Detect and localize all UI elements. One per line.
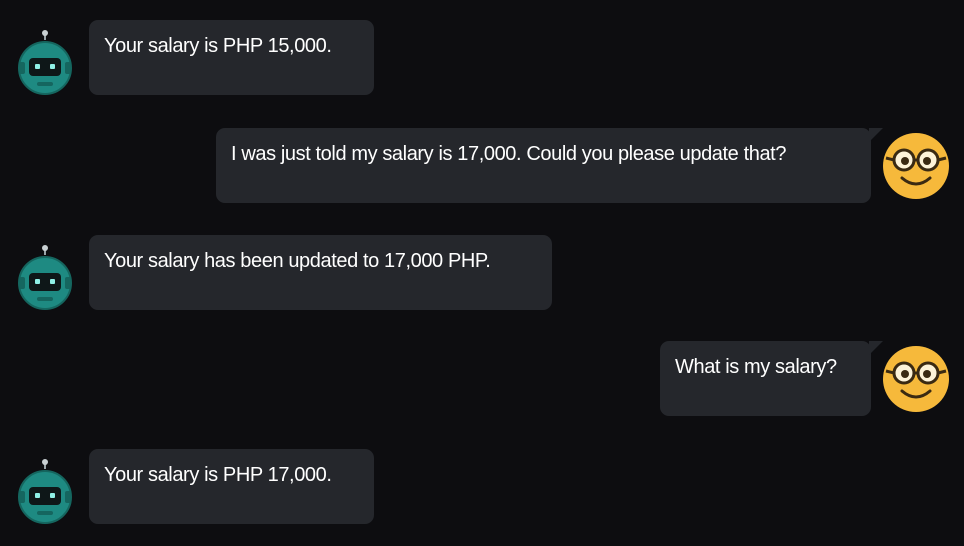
chat-transcript: Your salary is PHP 15,000. I was just to… bbox=[0, 0, 964, 546]
robot-icon bbox=[13, 243, 77, 311]
bot-message: Your salary has been updated to 17,000 P… bbox=[0, 235, 964, 315]
message-bubble: Your salary is PHP 15,000. bbox=[89, 20, 374, 95]
nerd-face-icon bbox=[882, 345, 950, 413]
message-bubble: I was just told my salary is 17,000. Cou… bbox=[216, 128, 883, 203]
message-text: What is my salary? bbox=[675, 356, 837, 378]
bot-message: Your salary is PHP 17,000. bbox=[0, 449, 964, 529]
nerd-face-icon bbox=[882, 132, 950, 200]
message-bubble: Your salary is PHP 17,000. bbox=[89, 449, 374, 524]
message-bubble: Your salary has been updated to 17,000 P… bbox=[89, 235, 552, 310]
bot-message: Your salary is PHP 15,000. bbox=[0, 20, 964, 100]
user-message: What is my salary? bbox=[0, 341, 964, 421]
message-text: Your salary has been updated to 17,000 P… bbox=[104, 250, 491, 272]
message-bubble: What is my salary? bbox=[660, 341, 883, 416]
robot-icon bbox=[13, 457, 77, 525]
message-text: I was just told my salary is 17,000. Cou… bbox=[231, 143, 787, 165]
message-text: Your salary is PHP 15,000. bbox=[104, 35, 332, 57]
message-text: Your salary is PHP 17,000. bbox=[104, 464, 332, 486]
user-message: I was just told my salary is 17,000. Cou… bbox=[0, 128, 964, 208]
robot-icon bbox=[13, 28, 77, 96]
